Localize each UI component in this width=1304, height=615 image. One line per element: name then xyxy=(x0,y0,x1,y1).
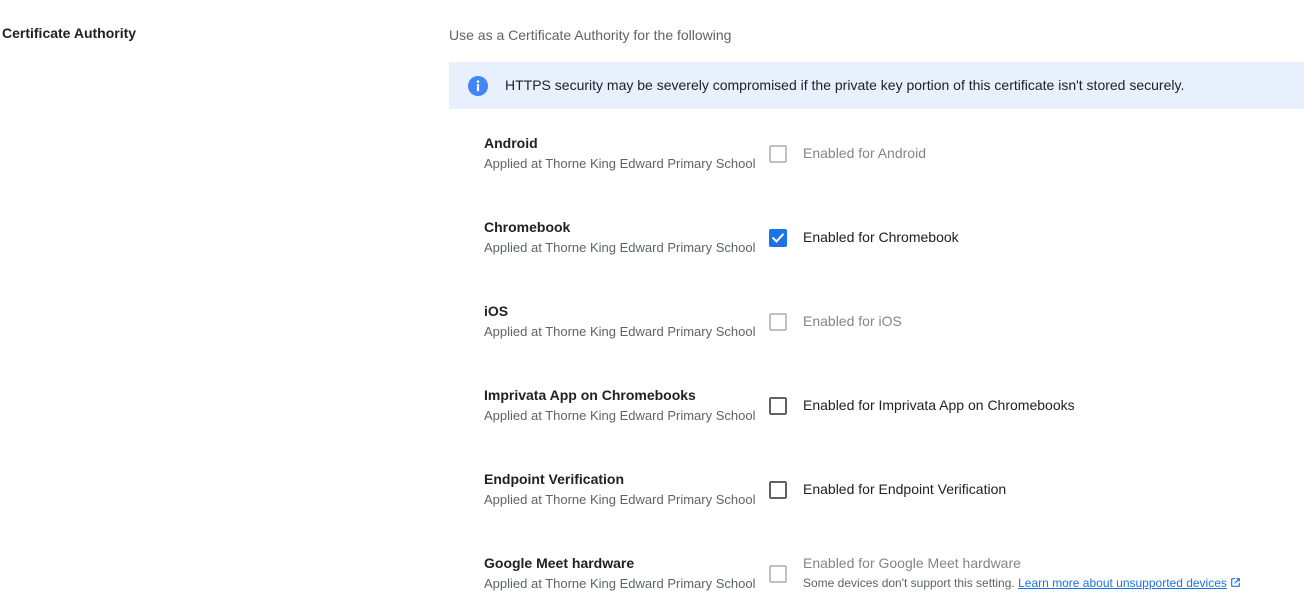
section-title: Certificate Authority xyxy=(2,25,137,41)
row-subtitle: Applied at Thorne King Edward Primary Sc… xyxy=(484,492,756,507)
row-subtitle: Applied at Thorne King Edward Primary Sc… xyxy=(484,576,756,591)
google-meet-hardware-checkbox-label[interactable]: Enabled for Google Meet hardware xyxy=(803,555,1021,571)
banner-text: HTTPS security may be severely compromis… xyxy=(505,77,1185,93)
ios-checkbox-label[interactable]: Enabled for iOS xyxy=(803,313,902,329)
section-description: Use as a Certificate Authority for the f… xyxy=(449,27,732,43)
row-subtitle: Applied at Thorne King Edward Primary Sc… xyxy=(484,156,756,171)
google-meet-hardware-checkbox[interactable] xyxy=(769,565,787,583)
row-subtitle: Applied at Thorne King Edward Primary Sc… xyxy=(484,240,756,255)
external-link-icon xyxy=(1231,578,1240,587)
checkmark-icon xyxy=(771,233,785,243)
setting-row-google-meet-hardware: Google Meet hardware Applied at Thorne K… xyxy=(484,555,1304,615)
setting-row-imprivata: Imprivata App on Chromebooks Applied at … xyxy=(484,387,1304,447)
row-subtitle: Applied at Thorne King Edward Primary Sc… xyxy=(484,324,756,339)
row-title: iOS xyxy=(484,303,509,319)
chromebook-checkbox-label[interactable]: Enabled for Chromebook xyxy=(803,229,959,245)
setting-row-ios: iOS Applied at Thorne King Edward Primar… xyxy=(484,303,1304,363)
row-title: Endpoint Verification xyxy=(484,471,625,487)
row-title: Imprivata App on Chromebooks xyxy=(484,387,696,403)
note-text: Some devices don't support this setting. xyxy=(803,576,1015,590)
row-title: Android xyxy=(484,135,538,151)
imprivata-checkbox-label[interactable]: Enabled for Imprivata App on Chromebooks xyxy=(803,397,1075,413)
unsupported-devices-note: Some devices don't support this setting.… xyxy=(803,576,1241,590)
learn-more-link[interactable]: Learn more about unsupported devices xyxy=(1018,576,1227,590)
chromebook-checkbox[interactable] xyxy=(769,229,787,247)
android-checkbox-label[interactable]: Enabled for Android xyxy=(803,145,926,161)
row-title: Google Meet hardware xyxy=(484,555,635,571)
security-warning-banner: HTTPS security may be severely compromis… xyxy=(449,62,1304,109)
ios-checkbox[interactable] xyxy=(769,313,787,331)
row-subtitle: Applied at Thorne King Edward Primary Sc… xyxy=(484,408,756,423)
row-title: Chromebook xyxy=(484,219,571,235)
endpoint-verification-checkbox-label[interactable]: Enabled for Endpoint Verification xyxy=(803,481,1006,497)
android-checkbox[interactable] xyxy=(769,145,787,163)
setting-row-chromebook: Chromebook Applied at Thorne King Edward… xyxy=(484,219,1304,279)
info-icon xyxy=(468,76,488,96)
imprivata-checkbox[interactable] xyxy=(769,397,787,415)
endpoint-verification-checkbox[interactable] xyxy=(769,481,787,499)
setting-row-endpoint-verification: Endpoint Verification Applied at Thorne … xyxy=(484,471,1304,531)
setting-row-android: Android Applied at Thorne King Edward Pr… xyxy=(484,135,1304,195)
